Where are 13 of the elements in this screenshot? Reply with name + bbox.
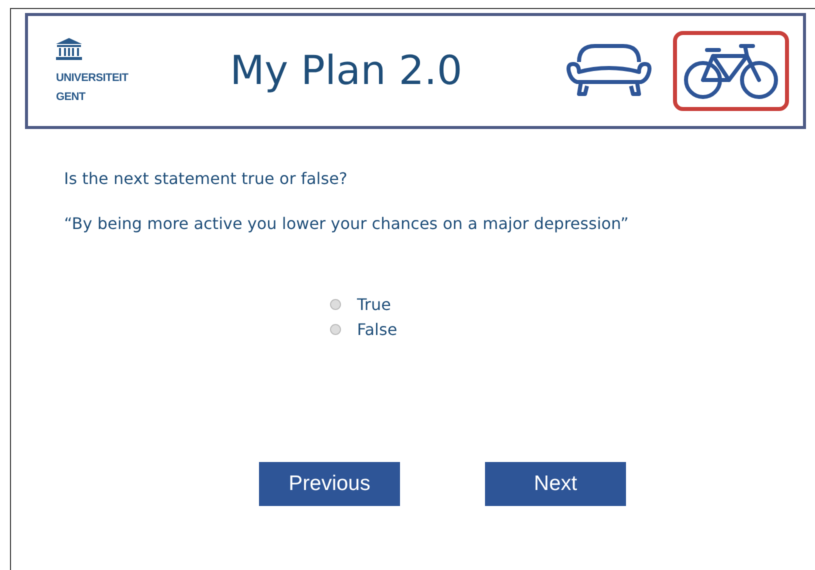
previous-button[interactable]: Previous — [259, 462, 400, 506]
next-button[interactable]: Next — [485, 462, 626, 506]
option-label: False — [357, 320, 398, 339]
option-label: True — [357, 295, 391, 314]
question-text: Is the next statement true or false? — [64, 169, 348, 188]
logo-text: UNIVERSITEIT — [56, 72, 128, 84]
building-icon — [56, 38, 82, 60]
mode-option[interactable] — [673, 31, 789, 111]
statement-text: “By being more active you lower your chances on a major depression” — [64, 214, 630, 233]
radio-button[interactable] — [330, 324, 341, 335]
radio-button[interactable] — [330, 299, 341, 310]
app-title: My Plan 2.0 — [230, 48, 464, 94]
logo-text: GENT — [56, 91, 86, 103]
